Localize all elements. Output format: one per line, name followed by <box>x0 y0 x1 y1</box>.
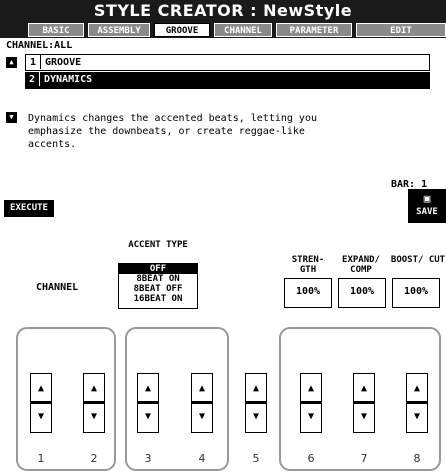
tab-edit[interactable]: EDIT <box>356 23 446 37</box>
down-arrow-icon[interactable]: ▼ <box>84 405 104 429</box>
hw-button-7[interactable]: ▲ ▼ <box>353 373 375 433</box>
scroll-up-icon[interactable]: ▲ <box>6 57 17 68</box>
down-arrow-icon[interactable]: ▼ <box>138 405 158 429</box>
strength-value: 100% <box>295 286 321 297</box>
hw-button-5[interactable]: ▲ ▼ <box>245 373 267 433</box>
list-item-label: GROOVE <box>45 57 82 68</box>
screen-title: STYLE CREATOR : NewStyle <box>0 0 446 22</box>
hw-label-6: 6 <box>307 452 315 465</box>
hw-button-6[interactable]: ▲ ▼ <box>300 373 322 433</box>
up-arrow-icon[interactable]: ▲ <box>301 377 321 402</box>
lcd-screen: STYLE CREATOR : NewStyle BASIC ASSEMBLY … <box>0 0 446 314</box>
down-arrow-icon[interactable]: ▼ <box>246 405 266 429</box>
list-item-number: 1 <box>29 57 37 68</box>
down-arrow-icon[interactable]: ▼ <box>354 405 374 429</box>
expand-selector-arrows[interactable]: ▲▼ <box>338 313 386 314</box>
channel-selector-arrows[interactable]: ▲▼ <box>6 313 110 314</box>
list-item-label: DYNAMICS <box>44 74 93 85</box>
hw-label-8: 8 <box>413 452 421 465</box>
scroll-down-icon[interactable]: ▼ <box>6 112 17 123</box>
boost-selector-arrows[interactable]: ▲▼ <box>392 313 446 314</box>
save-button[interactable]: ▣ SAVE <box>408 189 446 223</box>
list-item-number: 2 <box>28 74 36 85</box>
accent-option-8beat-off[interactable]: 8BEAT OFF <box>119 284 197 294</box>
down-arrow-icon[interactable]: ▼ <box>407 405 427 429</box>
boost-cut-value: 100% <box>403 286 429 297</box>
up-arrow-icon[interactable]: ▲ <box>354 377 374 402</box>
channel-param-label: CHANNEL <box>36 282 79 293</box>
accent-type-heading: ACCENT TYPE <box>128 240 188 250</box>
accent-option-off[interactable]: OFF <box>119 264 197 274</box>
hw-button-8[interactable]: ▲ ▼ <box>406 373 428 433</box>
hw-label-2: 2 <box>90 452 98 465</box>
floppy-disk-icon: ▣ <box>423 192 431 205</box>
hw-label-5: 5 <box>252 452 260 465</box>
tab-bar: BASIC ASSEMBLY GROOVE CHANNEL PARAMETER … <box>0 22 446 38</box>
accent-option-8beat-on[interactable]: 8BEAT ON <box>119 274 197 284</box>
up-arrow-icon[interactable]: ▲ <box>84 377 104 402</box>
tab-assembly[interactable]: ASSEMBLY <box>88 23 150 37</box>
description-text: Dynamics changes the accented beats, let… <box>28 113 317 150</box>
hw-button-1[interactable]: ▲ ▼ <box>30 373 52 433</box>
up-arrow-icon[interactable]: ▲ <box>407 377 427 402</box>
channel-indicator: CHANNEL:ALL <box>6 40 73 51</box>
hw-label-3: 3 <box>144 452 152 465</box>
tab-groove[interactable]: GROOVE <box>154 23 210 37</box>
up-arrow-icon[interactable]: ▲ <box>138 377 158 402</box>
up-arrow-icon[interactable]: ▲ <box>246 377 266 402</box>
accent-selector-arrows[interactable]: ▲▼ <box>118 313 228 314</box>
hw-label-7: 7 <box>360 452 368 465</box>
hw-button-3[interactable]: ▲ ▼ <box>137 373 159 433</box>
tab-channel[interactable]: CHANNEL <box>214 23 272 37</box>
accent-type-list[interactable]: OFF 8BEAT ON 8BEAT OFF 16BEAT ON <box>118 263 198 309</box>
up-arrow-icon[interactable]: ▲ <box>31 377 51 402</box>
strength-heading: STREN- GTH <box>291 255 325 275</box>
down-arrow-icon[interactable]: ▼ <box>31 405 51 429</box>
up-arrow-icon[interactable]: ▲ <box>192 377 212 402</box>
save-label: SAVE <box>416 207 438 217</box>
down-arrow-icon[interactable]: ▼ <box>301 405 321 429</box>
hw-button-2[interactable]: ▲ ▼ <box>83 373 105 433</box>
accent-option-16beat-on[interactable]: 16BEAT ON <box>119 294 197 304</box>
execute-button[interactable]: EXECUTE <box>4 200 54 217</box>
hw-label-4: 4 <box>198 452 206 465</box>
tab-basic[interactable]: BASIC <box>28 23 84 37</box>
strength-selector-arrows[interactable]: ▲▼ <box>284 313 332 314</box>
hw-button-4[interactable]: ▲ ▼ <box>191 373 213 433</box>
list-item-groove[interactable]: 1 GROOVE <box>25 54 430 71</box>
down-arrow-icon[interactable]: ▼ <box>192 405 212 429</box>
hw-label-1: 1 <box>37 452 45 465</box>
expand-comp-value: 100% <box>349 286 375 297</box>
tab-parameter[interactable]: PARAMETER <box>276 23 352 37</box>
expand-comp-heading: EXPAND/ COMP <box>342 255 380 275</box>
boost-cut-heading: BOOST/ CUT <box>390 255 446 265</box>
list-item-dynamics[interactable]: 2 DYNAMICS <box>25 72 430 89</box>
